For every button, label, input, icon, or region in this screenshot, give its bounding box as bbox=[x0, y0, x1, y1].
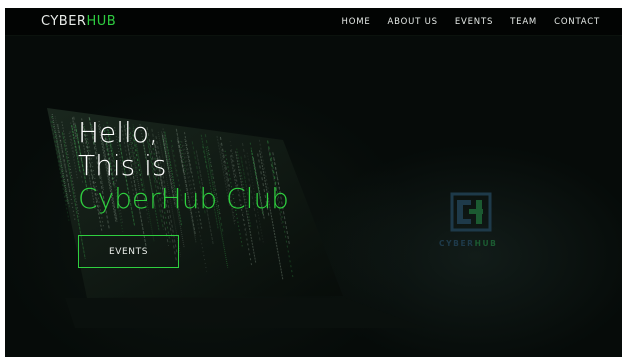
nav-home[interactable]: HOME bbox=[342, 17, 371, 27]
events-button[interactable]: EVENTS bbox=[78, 235, 179, 268]
nav-team[interactable]: TEAM bbox=[510, 17, 537, 27]
nav-about-us[interactable]: ABOUT US bbox=[388, 17, 438, 27]
nav-contact[interactable]: CONTACT bbox=[554, 17, 600, 27]
hero-headline: Hello, This is CyberHub Club bbox=[78, 116, 289, 215]
website-viewport: CYBERHUB HOME ABOUT US EVENTS TEAM CONTA… bbox=[5, 8, 622, 357]
screenshot-frame: CYBERHUB HOME ABOUT US EVENTS TEAM CONTA… bbox=[0, 0, 627, 361]
site-logo[interactable]: CYBERHUB bbox=[41, 14, 116, 29]
cyberhub-logo-text: CYBERHUB bbox=[439, 239, 498, 248]
main-nav: HOME ABOUT US EVENTS TEAM CONTACT bbox=[342, 17, 600, 27]
top-navbar: CYBERHUB HOME ABOUT US EVENTS TEAM CONTA… bbox=[5, 8, 622, 36]
nav-events[interactable]: EVENTS bbox=[455, 17, 493, 27]
headline-line-3: CyberHub Club bbox=[78, 182, 289, 215]
headline-line-1: Hello, bbox=[78, 116, 158, 149]
headline-line-2: This is bbox=[78, 149, 167, 182]
cyberhub-logo-icon bbox=[450, 192, 492, 232]
